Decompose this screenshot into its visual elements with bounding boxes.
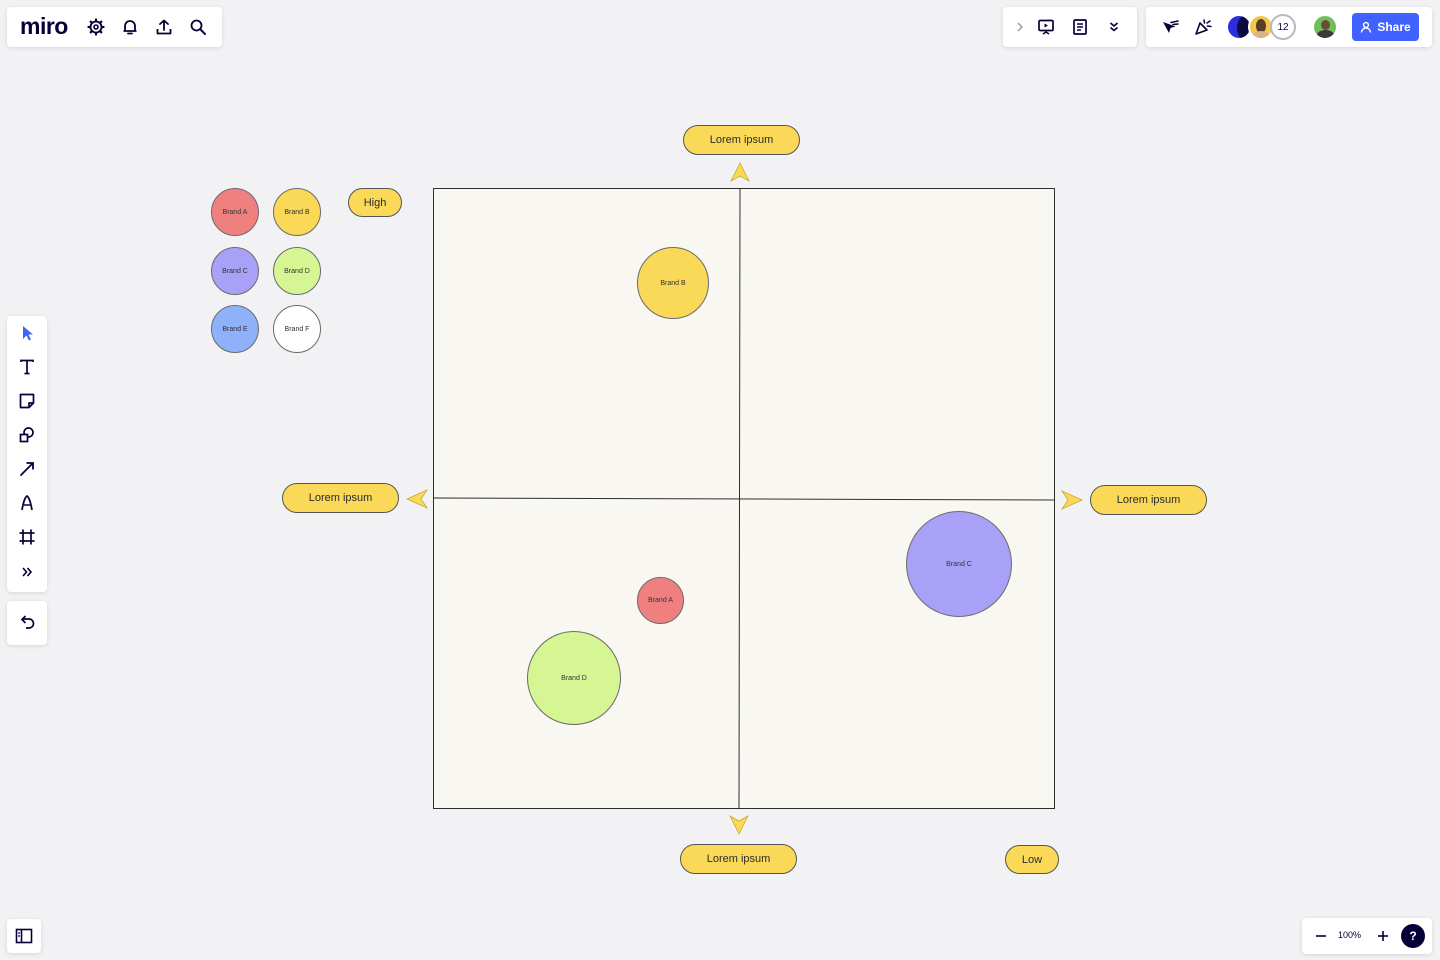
plotted-brand-b[interactable]: Brand B [637, 247, 709, 319]
plotted-brand-a[interactable]: Brand A [637, 577, 684, 624]
top-axis-label[interactable]: Lorem ipsum [683, 125, 800, 155]
left-axis-label[interactable]: Lorem ipsum [282, 483, 399, 513]
arrow-down-icon [729, 815, 749, 835]
plotted-brand-c[interactable]: Brand C [906, 511, 1012, 617]
arrow-right-icon [1061, 490, 1083, 510]
right-axis-label[interactable]: Lorem ipsum [1090, 485, 1207, 515]
arrow-up-icon [730, 162, 750, 182]
plotted-brand-d[interactable]: Brand D [527, 631, 621, 725]
bottom-axis-label[interactable]: Lorem ipsum [680, 844, 797, 874]
arrow-left-icon [406, 489, 428, 509]
